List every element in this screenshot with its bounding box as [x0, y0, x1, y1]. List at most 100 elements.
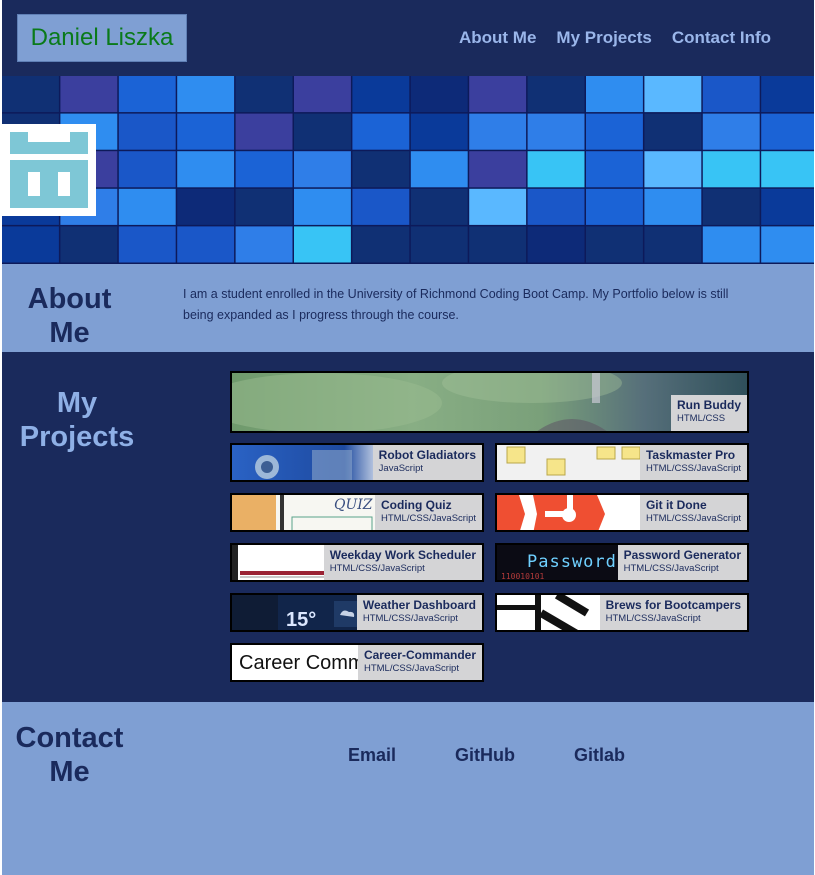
hero-tile — [294, 151, 351, 188]
hero-tile — [2, 76, 59, 113]
project-caption: Brews for Bootcampers HTML/CSS/JavaScrip… — [599, 595, 747, 630]
project-tech: HTML/CSS/JavaScript — [329, 563, 425, 574]
project-tech: HTML/CSS/JavaScript — [363, 663, 459, 674]
project-card-git-it-done[interactable]: Git it Done HTML/CSS/JavaScript — [495, 493, 749, 532]
project-card-career-commander[interactable]: Career Comm Career-Commander HTML/CSS/Ja… — [230, 643, 484, 682]
hero-tile — [352, 226, 410, 263]
page: Daniel Liszka About Me My Projects Conta… — [2, 0, 814, 875]
project-card-robot-gladiators[interactable]: Robot Gladiators JavaScript — [230, 443, 484, 482]
project-name: Weather Dashboard — [362, 598, 476, 612]
hero-tile — [702, 226, 760, 263]
contact-heading-line1: Contact — [15, 722, 124, 754]
hero-tile — [60, 226, 118, 263]
nav-contact-info[interactable]: Contact Info — [672, 28, 771, 48]
hero-tile — [352, 151, 410, 188]
hero-tile — [294, 76, 351, 113]
hero-tile — [761, 113, 814, 150]
hero-tile — [410, 113, 468, 150]
hero-tile — [644, 226, 702, 263]
project-name: Password Generator — [623, 548, 741, 562]
project-caption: Robot Gladiators JavaScript — [372, 445, 482, 480]
hero-tile — [527, 113, 585, 150]
project-caption: Run Buddy HTML/CSS — [671, 395, 747, 431]
hero-tile — [469, 113, 527, 150]
project-name: Git it Done — [645, 498, 707, 512]
site-header: Daniel Liszka About Me My Projects Conta… — [2, 0, 814, 76]
hero-tile — [469, 188, 527, 225]
hero-tile — [761, 226, 814, 263]
project-caption: Weekday Work Scheduler HTML/CSS/JavaScri… — [323, 545, 482, 580]
hero-tile — [644, 188, 702, 225]
hero-tile — [118, 113, 176, 150]
projects-section: My Projects Run Buddy HTML/CSS Robot Gla… — [2, 352, 814, 702]
hero-tile — [410, 151, 468, 188]
hero-tile — [761, 76, 814, 113]
project-card-weekday-work-scheduler[interactable]: Weekday Work Scheduler HTML/CSS/JavaScri… — [230, 543, 484, 582]
hero-tile — [235, 226, 293, 263]
project-card-taskmaster-pro[interactable]: Taskmaster Pro HTML/CSS/JavaScript — [495, 443, 749, 482]
project-name: Brews for Bootcampers — [605, 598, 741, 612]
hero-tile — [235, 151, 293, 188]
hero-tile-background — [2, 76, 814, 263]
contact-email-link[interactable]: Email — [348, 745, 396, 766]
project-tech: HTML/CSS/JavaScript — [380, 513, 476, 524]
hero-tile — [352, 188, 410, 225]
hero-tile — [527, 76, 585, 113]
career-thumb-text: Career Comm — [239, 652, 365, 674]
hero-tile — [527, 188, 585, 225]
project-caption: Weather Dashboard HTML/CSS/JavaScript — [356, 595, 482, 630]
quiz-thumb-text: QUIZ — [334, 497, 373, 513]
weather-thumb-temp: 15° — [286, 609, 317, 631]
project-card-password-generator[interactable]: Password 110010101 Password Generator HT… — [495, 543, 749, 582]
hero-tile — [586, 151, 643, 188]
hero-tile — [2, 226, 59, 263]
nav-about-me[interactable]: About Me — [459, 28, 536, 48]
project-card-brews-for-bootcampers[interactable]: Brews for Bootcampers HTML/CSS/JavaScrip… — [495, 593, 749, 632]
pixel-avatar-icon — [10, 132, 88, 208]
contact-github-link[interactable]: GitHub — [455, 745, 515, 766]
project-tech: HTML/CSS/JavaScript — [362, 613, 458, 624]
hero-tile — [586, 188, 643, 225]
project-caption: Git it Done HTML/CSS/JavaScript — [639, 495, 747, 530]
password-thumb-bits: 110010101 — [501, 572, 545, 581]
project-card-run-buddy[interactable]: Run Buddy HTML/CSS — [230, 371, 749, 433]
hero-tile — [586, 76, 643, 113]
project-caption: Password Generator HTML/CSS/JavaScript — [617, 545, 747, 580]
hero-tile — [177, 76, 235, 113]
hero-tile — [702, 151, 760, 188]
hero-tile — [352, 76, 410, 113]
hero-tile — [702, 113, 760, 150]
hero-tile — [118, 226, 176, 263]
hero-tile — [761, 151, 814, 188]
hero-tile — [294, 188, 351, 225]
project-name: Run Buddy — [677, 398, 741, 412]
project-card-weather-dashboard[interactable]: 15° Weather Dashboard HTML/CSS/JavaScrip… — [230, 593, 484, 632]
nav-my-projects[interactable]: My Projects — [556, 28, 651, 48]
hero-tile — [352, 113, 410, 150]
project-card-coding-quiz[interactable]: QUIZ Coding Quiz HTML/CSS/JavaScript — [230, 493, 484, 532]
project-name: Coding Quiz — [380, 498, 452, 512]
hero-tile — [294, 226, 351, 263]
project-tech: HTML/CSS/JavaScript — [645, 513, 741, 524]
avatar — [2, 124, 96, 216]
hero-tile — [469, 226, 527, 263]
hero-tile — [235, 76, 293, 113]
hero-tile — [118, 188, 176, 225]
main-nav: About Me My Projects Contact Info — [459, 28, 771, 48]
hero-tile — [235, 188, 293, 225]
contact-gitlab-link[interactable]: Gitlab — [574, 745, 625, 766]
project-thumbnail — [232, 373, 747, 431]
project-tech: HTML/CSS — [677, 413, 726, 424]
hero-tile — [644, 113, 702, 150]
hero-tile — [177, 151, 235, 188]
hero-tile — [294, 113, 351, 150]
project-caption: Career-Commander HTML/CSS/JavaScript — [357, 645, 482, 680]
about-section: About Me I am a student enrolled in the … — [2, 264, 814, 352]
projects-heading-line2: Projects — [19, 421, 135, 453]
site-logo[interactable]: Daniel Liszka — [17, 14, 187, 62]
hero-tile — [586, 226, 643, 263]
hero-tile — [118, 151, 176, 188]
contact-links: Email GitHub Gitlab — [348, 745, 625, 766]
hero-tile — [177, 113, 235, 150]
about-text: I am a student enrolled in the Universit… — [183, 287, 729, 322]
